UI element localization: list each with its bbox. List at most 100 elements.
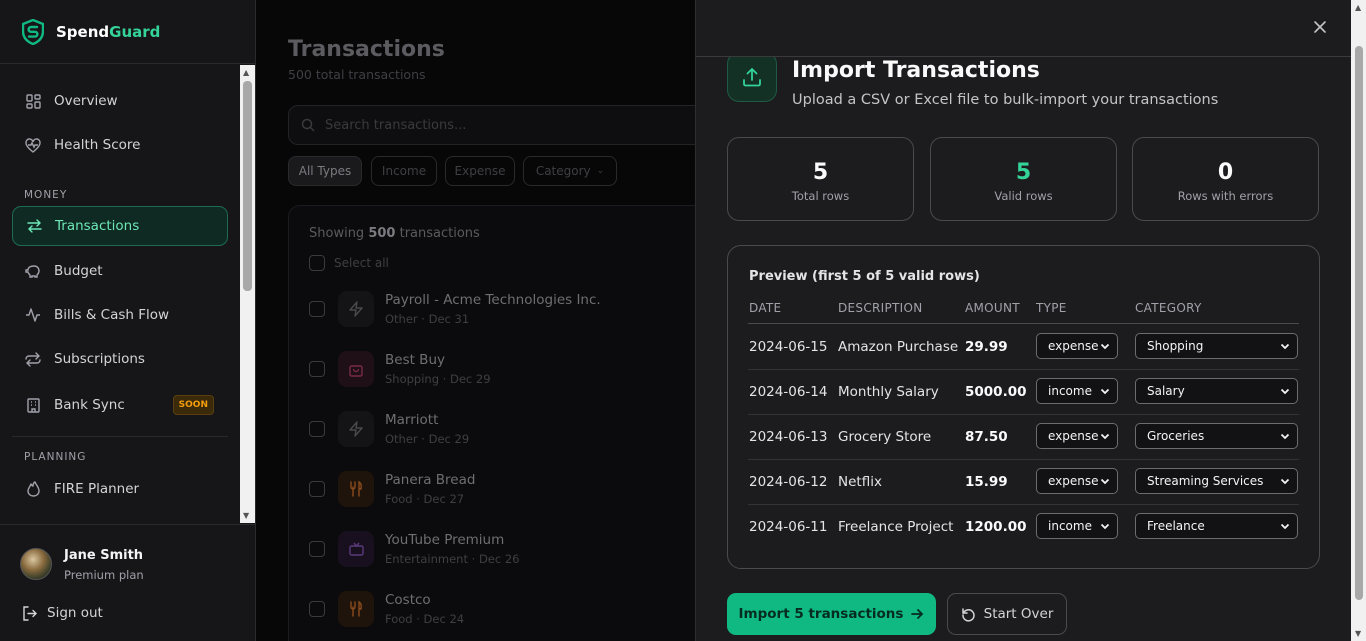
search-icon	[301, 118, 315, 132]
cell-amount: 29.99	[965, 339, 1008, 355]
user-plan: Premium plan	[64, 568, 144, 582]
import-subtitle: Upload a CSV or Excel file to bulk-impor…	[792, 92, 1219, 108]
arrows-swap-icon	[26, 218, 42, 234]
list-item[interactable]: Best Buy Shopping · Dec 29	[309, 349, 689, 389]
sidebar-scrollbar[interactable]: ▲ ▼	[240, 65, 255, 523]
scroll-up-icon[interactable]: ▲	[1355, 3, 1361, 12]
stat-total-rows: 5 Total rows	[727, 137, 914, 221]
close-icon[interactable]	[1313, 20, 1327, 34]
bank-icon	[25, 397, 41, 413]
cell-date: 2024-06-15	[749, 339, 828, 355]
type-select[interactable]: expense	[1036, 468, 1118, 494]
type-select[interactable]: income	[1036, 513, 1118, 539]
arrow-right-icon	[911, 609, 924, 619]
preview-table: Preview (first 5 of 5 valid rows) DATE D…	[727, 245, 1320, 569]
row-checkbox[interactable]	[309, 361, 325, 377]
scrollbar-thumb[interactable]	[1355, 46, 1363, 600]
category-select[interactable]: Groceries	[1135, 423, 1298, 449]
soon-badge: SOON	[172, 395, 214, 415]
filter-expense[interactable]: Expense	[445, 156, 515, 186]
sidebar-item-label: Budget	[54, 263, 103, 279]
sidebar-item-fire-planner[interactable]: FIRE Planner	[12, 469, 228, 509]
flame-icon	[25, 481, 41, 497]
scrollbar-thumb[interactable]	[243, 81, 252, 291]
search-input[interactable]: Search transactions...	[288, 105, 695, 145]
sign-out-button[interactable]: Sign out	[22, 605, 103, 621]
sidebar-item-label: Bank Sync	[54, 397, 125, 413]
sidebar-item-label: FIRE Planner	[54, 481, 140, 497]
cell-amount: 15.99	[965, 474, 1008, 490]
category-select[interactable]: Freelance	[1135, 513, 1298, 539]
scroll-down-icon[interactable]: ▼	[243, 511, 249, 520]
chevron-down-icon	[1100, 343, 1110, 350]
list-item[interactable]: Costco Food · Dec 24	[309, 589, 689, 629]
cell-amount: 87.50	[965, 429, 1008, 445]
panel-header	[696, 0, 1351, 57]
column-header-date: DATE	[749, 301, 782, 315]
bolt-icon	[338, 411, 374, 447]
scroll-up-icon[interactable]: ▲	[243, 68, 249, 77]
list-item[interactable]: Marriott Other · Dec 29	[309, 409, 689, 449]
sidebar-item-bills-cash-flow[interactable]: Bills & Cash Flow	[12, 295, 228, 335]
cell-amount: 5000.00	[965, 384, 1027, 400]
cell-date: 2024-06-14	[749, 384, 828, 400]
cell-description: Amazon Purchase	[838, 339, 959, 355]
sidebar-item-health-score[interactable]: Health Score	[12, 125, 228, 165]
import-panel: Import Transactions Upload a CSV or Exce…	[695, 0, 1351, 641]
row-checkbox[interactable]	[309, 421, 325, 437]
section-label-money: MONEY	[24, 189, 68, 201]
filter-category[interactable]: Category ⌄	[523, 156, 617, 186]
category-select[interactable]: Streaming Services	[1135, 468, 1298, 494]
filter-all-types[interactable]: All Types	[288, 156, 362, 186]
row-checkbox[interactable]	[309, 601, 325, 617]
chevron-down-icon	[1280, 478, 1290, 485]
category-select[interactable]: Shopping	[1135, 333, 1298, 359]
select-all-checkbox[interactable]	[309, 255, 325, 271]
select-all[interactable]: Select all	[309, 255, 389, 271]
row-divider	[748, 369, 1299, 370]
preview-title: Preview (first 5 of 5 valid rows)	[749, 269, 980, 284]
start-over-button[interactable]: Start Over	[947, 593, 1067, 635]
page-title: Transactions	[288, 37, 445, 62]
type-select[interactable]: income	[1036, 378, 1118, 404]
list-item[interactable]: YouTube Premium Entertainment · Dec 26	[309, 529, 689, 569]
row-checkbox[interactable]	[309, 481, 325, 497]
avatar[interactable]	[20, 548, 52, 580]
filter-category-label: Category	[535, 164, 591, 178]
search-placeholder: Search transactions...	[325, 117, 467, 133]
type-select[interactable]: expense	[1036, 333, 1118, 359]
list-item[interactable]: Payroll - Acme Technologies Inc. Other ·…	[309, 289, 689, 329]
chevron-down-icon	[1100, 478, 1110, 485]
column-header-amount: AMOUNT	[965, 301, 1020, 315]
row-checkbox[interactable]	[309, 541, 325, 557]
stat-value: 5	[812, 160, 829, 185]
showing-count: Showing 500 transactions	[309, 226, 480, 241]
logout-icon	[23, 605, 37, 621]
import-title: Import Transactions	[792, 58, 1040, 83]
user-name: Jane Smith	[64, 548, 144, 563]
chevron-down-icon	[1280, 388, 1290, 395]
type-select[interactable]: expense	[1036, 423, 1118, 449]
column-header-category: CATEGORY	[1135, 301, 1202, 315]
scroll-down-icon[interactable]: ▼	[1355, 629, 1361, 638]
sidebar-item-transactions[interactable]: Transactions	[12, 206, 228, 246]
shopping-bag-icon	[338, 351, 374, 387]
cell-date: 2024-06-13	[749, 429, 828, 445]
chevron-down-icon	[1280, 343, 1290, 350]
sidebar-item-bank-sync[interactable]: Bank Sync SOON	[12, 385, 228, 425]
row-checkbox[interactable]	[309, 301, 325, 317]
sidebar-item-budget[interactable]: Budget	[12, 251, 228, 291]
category-select[interactable]: Salary	[1135, 378, 1298, 404]
grid-icon	[25, 93, 41, 109]
sidebar-item-overview[interactable]: Overview	[12, 81, 228, 121]
list-item[interactable]: Panera Bread Food · Dec 27	[309, 469, 689, 509]
import-button[interactable]: Import 5 transactions	[727, 593, 936, 635]
row-divider	[748, 459, 1299, 460]
brand[interactable]: SpendGuard	[0, 0, 255, 64]
chevron-down-icon	[1280, 433, 1290, 440]
cell-date: 2024-06-11	[749, 519, 828, 535]
column-header-description: DESCRIPTION	[838, 301, 923, 315]
filter-income[interactable]: Income	[371, 156, 437, 186]
sidebar-item-subscriptions[interactable]: Subscriptions	[12, 339, 228, 379]
page-scrollbar[interactable]: ▲ ▼	[1351, 0, 1366, 641]
